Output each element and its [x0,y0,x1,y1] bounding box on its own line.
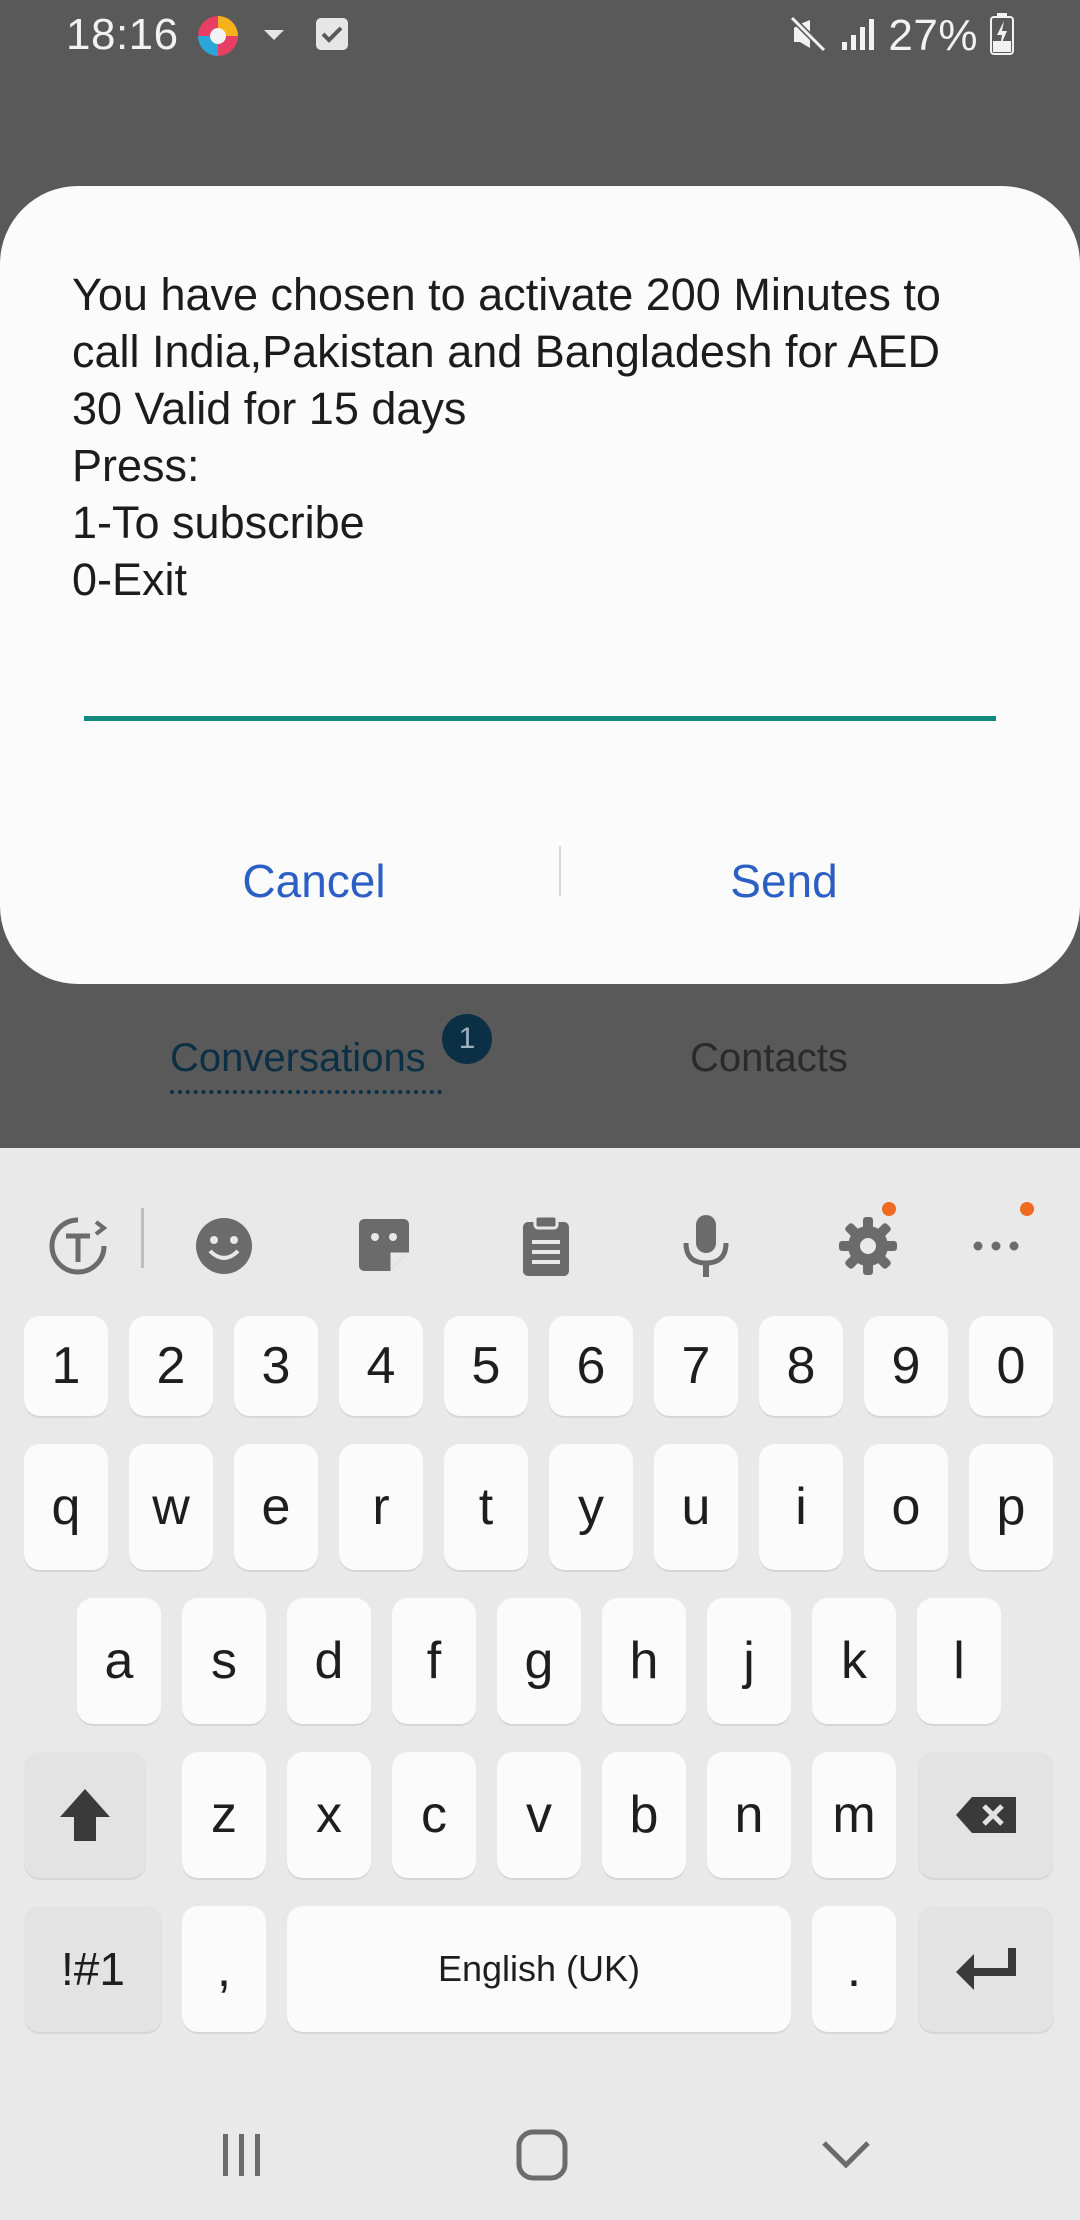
signal-icon [840,16,876,57]
cancel-button[interactable]: Cancel [74,836,554,926]
battery-charging-icon [990,12,1014,60]
clipboard-icon[interactable] [506,1206,586,1286]
key-p[interactable]: p [969,1444,1053,1570]
battery-percent: 27% [888,11,978,60]
shift-arrow-icon [60,1789,110,1841]
status-bar: 18:16 27% [0,0,1080,72]
key-l[interactable]: l [917,1598,1001,1724]
tab-contacts[interactable]: Contacts [690,1036,848,1081]
backspace-icon [956,1797,1016,1833]
more-icon[interactable] [956,1206,1036,1286]
key-t[interactable]: t [444,1444,528,1570]
key-k[interactable]: k [812,1598,896,1724]
key-y[interactable]: y [549,1444,633,1570]
navigation-bar [0,2080,1080,2220]
enter-key[interactable] [918,1906,1054,2032]
key-i[interactable]: i [759,1444,843,1570]
unread-badge: 1 [442,1014,492,1064]
key-7[interactable]: 7 [654,1316,738,1416]
send-button[interactable]: Send [544,836,1024,926]
key-n[interactable]: n [707,1752,791,1878]
tab-conversations[interactable]: Conversations [170,1036,426,1081]
recent-apps-icon[interactable] [202,2120,282,2190]
key-u[interactable]: u [654,1444,738,1570]
symbols-key[interactable]: !#1 [24,1906,162,2032]
key-o[interactable]: o [864,1444,948,1570]
ussd-dialog: You have chosen to activate 200 Minutes … [0,186,1080,984]
backspace-key[interactable] [918,1752,1054,1878]
key-5[interactable]: 5 [444,1316,528,1416]
status-time: 18:16 [66,10,179,59]
key-q[interactable]: q [24,1444,108,1570]
translate-icon[interactable] [38,1206,118,1286]
key-4[interactable]: 4 [339,1316,423,1416]
comma-key[interactable]: , [182,1906,266,2032]
settings-notification-dot [882,1202,896,1216]
key-9[interactable]: 9 [864,1316,948,1416]
key-d[interactable]: d [287,1598,371,1724]
space-key[interactable]: English (UK) [287,1906,791,2032]
key-6[interactable]: 6 [549,1316,633,1416]
key-0[interactable]: 0 [969,1316,1053,1416]
more-notification-dot [1020,1202,1034,1216]
back-icon[interactable] [806,2120,886,2190]
key-x[interactable]: x [287,1752,371,1878]
key-c[interactable]: c [392,1752,476,1878]
emoji-icon[interactable] [184,1206,264,1286]
caret-down-icon [264,30,284,40]
key-v[interactable]: v [497,1752,581,1878]
key-h[interactable]: h [602,1598,686,1724]
key-a[interactable]: a [77,1598,161,1724]
mute-icon [788,14,828,59]
tab-bar: Conversations Contacts [0,1000,1080,1150]
key-1[interactable]: 1 [24,1316,108,1416]
key-s[interactable]: s [182,1598,266,1724]
key-e[interactable]: e [234,1444,318,1570]
key-2[interactable]: 2 [129,1316,213,1416]
enter-icon [956,1948,1016,1990]
toolbar-divider [141,1208,144,1268]
key-w[interactable]: w [129,1444,213,1570]
response-input[interactable] [84,716,996,721]
key-g[interactable]: g [497,1598,581,1724]
key-f[interactable]: f [392,1598,476,1724]
key-b[interactable]: b [602,1752,686,1878]
key-m[interactable]: m [812,1752,896,1878]
active-tab-indicator [170,1090,442,1094]
sticker-icon[interactable] [344,1206,424,1286]
key-8[interactable]: 8 [759,1316,843,1416]
settings-icon[interactable] [828,1206,908,1286]
key-3[interactable]: 3 [234,1316,318,1416]
microphone-icon[interactable] [666,1206,746,1286]
browser-app-icon [196,14,240,58]
key-j[interactable]: j [707,1598,791,1724]
home-icon[interactable] [502,2120,582,2190]
dialog-message: You have chosen to activate 200 Minutes … [72,269,941,605]
key-z[interactable]: z [182,1752,266,1878]
keyboard: 1 2 3 4 5 6 7 8 9 0 q w e r t y u i o p … [0,1148,1080,2080]
period-key[interactable]: . [812,1906,896,2032]
checkbox-icon [316,18,348,50]
key-r[interactable]: r [339,1444,423,1570]
shift-key[interactable] [24,1752,146,1878]
